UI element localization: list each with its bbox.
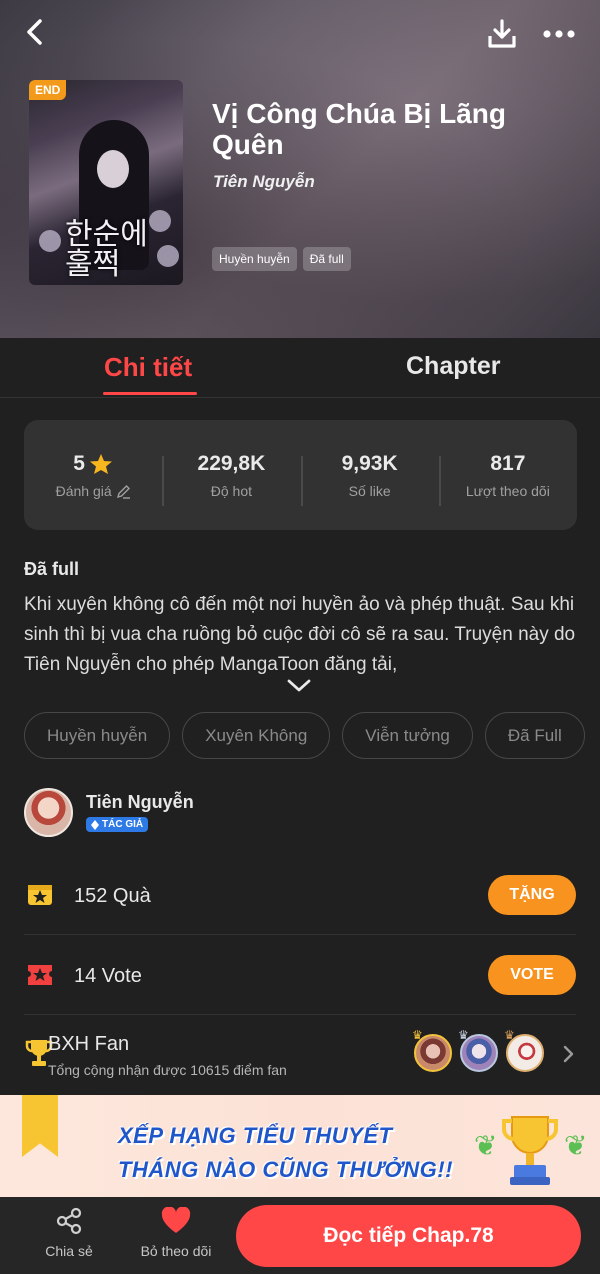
share-label: Chia sẻ bbox=[45, 1243, 93, 1259]
vote-count: 14 Vote bbox=[74, 965, 142, 987]
back-button[interactable] bbox=[14, 12, 54, 52]
laurel-right-icon: ❦ bbox=[564, 1130, 588, 1161]
crown-icon: ♛ bbox=[504, 1028, 515, 1042]
banner-line-1: XẾP HẠNG TIỂU THUYẾT bbox=[118, 1123, 393, 1148]
tab-details[interactable]: Chi tiết bbox=[104, 352, 192, 383]
end-badge: END bbox=[29, 80, 67, 100]
share-button[interactable]: Chia sẻ bbox=[38, 1205, 100, 1259]
bottom-action-bar: Chia sẻ Bỏ theo dõi Đọc tiếp Chap.78 bbox=[0, 1197, 600, 1274]
share-icon bbox=[56, 1207, 82, 1235]
stat-rating[interactable]: 5 Đánh giá bbox=[24, 451, 162, 499]
stat-hot: 229,8K Độ hot bbox=[162, 451, 300, 506]
download-icon bbox=[488, 19, 516, 48]
header-tags: Huyền huyễn Đã full bbox=[212, 247, 351, 271]
back-arrow-icon bbox=[27, 19, 42, 45]
heart-icon bbox=[161, 1207, 191, 1233]
vote-ticket-icon bbox=[28, 965, 52, 985]
give-gift-button[interactable]: TẶNG bbox=[488, 875, 576, 915]
header-tag: Huyền huyễn bbox=[212, 247, 297, 271]
author-badge-label: TÁC GIẢ bbox=[102, 819, 144, 830]
stat-value: 5 bbox=[73, 452, 85, 475]
tab-chapter[interactable]: Chapter bbox=[406, 352, 500, 381]
promo-banner[interactable]: XẾP HẠNG TIỂU THUYẾT THÁNG NÀO CŨNG THƯỞ… bbox=[0, 1095, 600, 1197]
stat-value: 9,93K bbox=[341, 452, 398, 475]
active-tab-indicator bbox=[103, 392, 197, 395]
author-name: Tiên Nguyễn bbox=[86, 792, 194, 812]
stat-label: Số like bbox=[348, 483, 391, 499]
edit-pencil-icon bbox=[116, 484, 130, 499]
completion-status: Đã full bbox=[24, 559, 80, 579]
category-list: Huyền huyễn Xuyên Không Viễn tưởng Đã Fu… bbox=[24, 712, 585, 759]
continue-reading-button[interactable]: Đọc tiếp Chap.78 bbox=[236, 1205, 581, 1267]
stat-label: Độ hot bbox=[210, 483, 252, 499]
tab-bar: Chi tiết Chapter bbox=[0, 338, 600, 398]
trophy-icon bbox=[502, 1116, 558, 1185]
stat-followers: 817 Lượt theo dõi bbox=[438, 451, 577, 506]
crown-icon: ♛ bbox=[458, 1028, 469, 1042]
gift-icon bbox=[28, 885, 52, 905]
cover-title-text: 한순에 훌쩍 bbox=[65, 217, 148, 282]
stats-card: 5 Đánh giá 229,8K Độ hot 9,93K Số like 8… bbox=[24, 420, 577, 530]
author-avatar[interactable] bbox=[24, 788, 73, 837]
category-pill[interactable]: Huyền huyễn bbox=[24, 712, 171, 759]
laurel-left-icon: ❦ bbox=[474, 1130, 498, 1161]
more-options-button[interactable] bbox=[536, 12, 582, 56]
chevron-right-icon bbox=[563, 1045, 574, 1063]
category-pill[interactable]: Đã Full bbox=[484, 712, 585, 759]
fan-avatar: ♛ bbox=[458, 1028, 498, 1072]
fan-ranking-title: BXH Fan bbox=[48, 1033, 130, 1055]
stat-label: Đánh giá bbox=[55, 483, 112, 499]
fan-avatar: ♛ bbox=[504, 1028, 544, 1072]
author-row[interactable]: Tiên Nguyễn TÁC GIẢ bbox=[24, 788, 576, 838]
banner-line-2: THÁNG NÀO CŨNG THƯỞNG!! bbox=[118, 1157, 453, 1182]
synopsis-text: Khi xuyên không cô đến một nơi huyền ảo … bbox=[24, 594, 576, 675]
stat-value: 229,8K bbox=[197, 452, 266, 475]
vote-row: 14 Vote VOTE bbox=[24, 950, 576, 1000]
gift-row: 152 Quà TẶNG bbox=[24, 870, 576, 920]
download-button[interactable] bbox=[480, 12, 524, 56]
bookmark-ribbon-icon bbox=[22, 1095, 58, 1157]
header-tag: Đã full bbox=[302, 247, 351, 271]
vote-button[interactable]: VOTE bbox=[488, 955, 576, 995]
cover-image[interactable]: 한순에 훌쩍 END bbox=[29, 80, 183, 285]
fan-ranking-subtitle: Tổng cộng nhận được 10615 điểm fan bbox=[48, 1062, 287, 1078]
category-pill[interactable]: Xuyên Không bbox=[182, 712, 331, 759]
stat-likes: 9,93K Số like bbox=[300, 451, 439, 506]
gift-count: 152 Quà bbox=[74, 885, 151, 907]
fan-avatar: ♛ bbox=[412, 1028, 452, 1072]
stat-value: 817 bbox=[490, 452, 526, 475]
stat-label: Lượt theo dõi bbox=[465, 483, 550, 499]
unfollow-button[interactable]: Bỏ theo dõi bbox=[134, 1205, 218, 1259]
crown-icon: ♛ bbox=[412, 1028, 423, 1042]
comic-title: Vị Công Chúa Bị Lãng Quên bbox=[212, 98, 506, 160]
pen-nib-icon bbox=[91, 819, 99, 830]
category-pill[interactable]: Viễn tưởng bbox=[342, 712, 473, 759]
comic-author[interactable]: Tiên Nguyễn bbox=[213, 172, 315, 192]
divider bbox=[24, 934, 576, 935]
author-badge: TÁC GIẢ bbox=[86, 817, 149, 832]
divider bbox=[24, 1014, 576, 1015]
chevron-down-icon bbox=[287, 679, 311, 692]
expand-synopsis-button[interactable] bbox=[286, 678, 312, 696]
more-dots-icon bbox=[543, 30, 575, 38]
unfollow-label: Bỏ theo dõi bbox=[140, 1243, 212, 1259]
star-icon bbox=[89, 454, 112, 474]
top-fans: ♛ ♛ ♛ bbox=[412, 1028, 544, 1072]
